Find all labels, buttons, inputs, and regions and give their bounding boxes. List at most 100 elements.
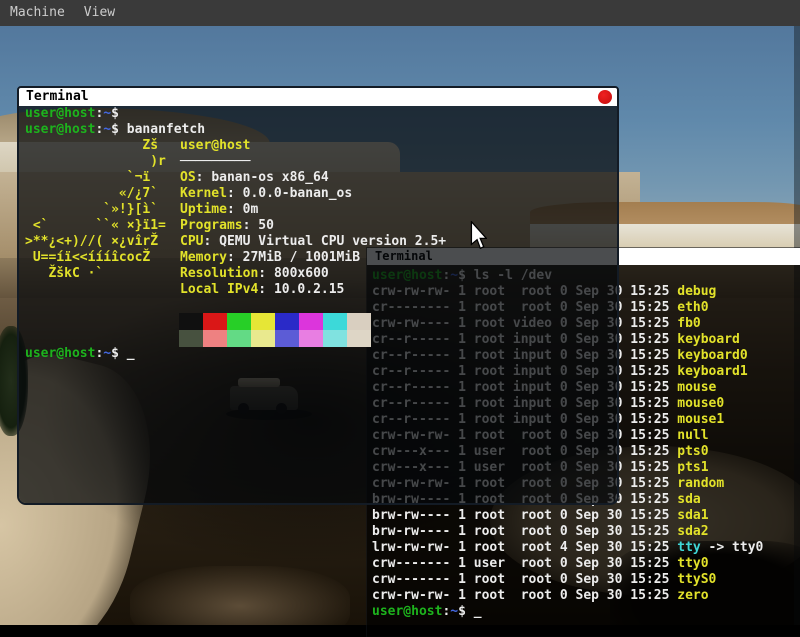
file-meta: crw------- 1 root root 0 Sep 30 15:25: [372, 572, 677, 587]
palette-swatch: [203, 330, 227, 347]
fetch-value: 0.0.0-banan_os: [243, 186, 353, 201]
palette-swatch: [179, 313, 203, 330]
fetch-label: Programs: [180, 218, 243, 233]
text-cursor: _: [474, 604, 482, 619]
fetch-value: 10.0.2.15: [274, 282, 344, 297]
ls-row: crw------- 1 root root 0 Sep 30 15:25 tt…: [372, 572, 800, 588]
shell-prompt-line: user@host:~$ _: [372, 604, 800, 620]
fetch-info: user@host─────────OS: banan-os x86_64Ker…: [180, 138, 446, 298]
close-button[interactable]: [598, 90, 612, 104]
ls-row: brw-rw---- 1 root root 0 Sep 30 15:25 sd…: [372, 524, 800, 540]
file-name: keyboard0: [677, 348, 747, 363]
file-name: tty: [677, 540, 700, 555]
palette-swatch: [179, 330, 203, 347]
fetch-info-line: Programs: 50: [180, 218, 446, 234]
typed-command: bananfetch: [127, 122, 205, 137]
ls-row: lrw-rw-rw- 1 root root 4 Sep 30 15:25 tt…: [372, 540, 800, 556]
palette-swatch: [347, 330, 371, 347]
fetch-info-line: OS: banan-os x86_64: [180, 170, 446, 186]
fetch-info-line: Uptime: 0m: [180, 202, 446, 218]
palette-swatch: [275, 330, 299, 347]
shell-command-line: user@host:~$ bananfetch: [25, 122, 205, 138]
palette-swatch: [347, 313, 371, 330]
menu-item[interactable]: View: [84, 0, 115, 26]
file-name: random: [677, 476, 724, 491]
fetch-value: ─────────: [180, 154, 250, 169]
palette-swatch: [227, 330, 251, 347]
fetch-value: QEMU Virtual CPU version 2.5+: [219, 234, 446, 249]
terminal-color-palette: [179, 313, 371, 347]
palette-swatch: [227, 313, 251, 330]
palette-row-bright: [179, 330, 371, 347]
ls-row: crw------- 1 user root 0 Sep 30 15:25 tt…: [372, 556, 800, 572]
file-name: keyboard: [677, 332, 740, 347]
file-name: mouse0: [677, 396, 724, 411]
fetch-label: user@host: [180, 138, 250, 153]
fetch-label: Uptime: [180, 202, 227, 217]
fetch-label: Kernel: [180, 186, 227, 201]
wallpaper-rocks: [130, 566, 350, 625]
fetch-info-line: Local IPv4: 10.0.2.15: [180, 282, 446, 298]
file-name: zero: [677, 588, 708, 603]
fetch-info-line: ─────────: [180, 154, 446, 170]
fetch-value: 27MiB / 1001MiB: [243, 250, 360, 265]
ls-row: crw-rw-rw- 1 root root 0 Sep 30 15:25 ze…: [372, 588, 800, 604]
text-cursor: _: [127, 346, 135, 361]
file-name: eth0: [677, 300, 708, 315]
file-name: fb0: [677, 316, 700, 331]
palette-row-normal: [179, 313, 371, 330]
file-name: sda: [677, 492, 700, 507]
palette-swatch: [251, 313, 275, 330]
vm-screen: { "menu": { "items": ["Machine", "View"]…: [0, 0, 800, 625]
file-meta: brw-rw---- 1 root root 0 Sep 30 15:25: [372, 524, 677, 539]
ls-row: brw-rw---- 1 root root 0 Sep 30 15:25 sd…: [372, 508, 800, 524]
file-name: keyboard1: [677, 364, 747, 379]
palette-swatch: [251, 330, 275, 347]
shell-prompt-line: user@host:~$ _: [25, 346, 135, 362]
fetch-value: 0m: [243, 202, 259, 217]
palette-swatch: [299, 313, 323, 330]
file-meta: lrw-rw-rw- 1 root root 4 Sep 30 15:25: [372, 540, 677, 555]
file-name: pts0: [677, 444, 708, 459]
fetch-label: Local IPv4: [180, 282, 258, 297]
fetch-label: Memory: [180, 250, 227, 265]
palette-swatch: [323, 330, 347, 347]
file-name: mouse1: [677, 412, 724, 427]
window-titlebar[interactable]: Terminal: [19, 88, 617, 106]
fetch-info-line: CPU: QEMU Virtual CPU version 2.5+: [180, 234, 446, 250]
banana-ascii-art: Zš )r `¬ï «/¿7` `»!}[ì` <` ``« ×}ï1= >**…: [25, 138, 166, 282]
fetch-value: 50: [258, 218, 274, 233]
palette-swatch: [275, 313, 299, 330]
terminal-window-bananfetch: Terminal user@host:~$ user@host:~$ banan…: [17, 86, 619, 505]
file-name: null: [677, 428, 708, 443]
fetch-value: 800x600: [274, 266, 329, 281]
fetch-label: OS: [180, 170, 196, 185]
window-title: Terminal: [26, 89, 89, 104]
fetch-info-line: Memory: 27MiB / 1001MiB: [180, 250, 446, 266]
fetch-label: CPU: [180, 234, 203, 249]
file-name: debug: [677, 284, 716, 299]
palette-swatch: [299, 330, 323, 347]
file-name: sda2: [677, 524, 708, 539]
palette-swatch: [203, 313, 227, 330]
menu-item[interactable]: Machine: [10, 0, 65, 26]
link-target: -> tty0: [701, 540, 764, 555]
vm-menubar: Machine View: [0, 0, 800, 26]
file-meta: brw-rw---- 1 root root 0 Sep 30 15:25: [372, 508, 677, 523]
file-name: sda1: [677, 508, 708, 523]
fetch-info-line: user@host: [180, 138, 446, 154]
fetch-value: banan-os x86_64: [211, 170, 328, 185]
shell-prompt-line: user@host:~$: [25, 106, 127, 122]
fetch-info-line: Resolution: 800x600: [180, 266, 446, 282]
fetch-label: Resolution: [180, 266, 258, 281]
palette-swatch: [323, 313, 347, 330]
file-name: pts1: [677, 460, 708, 475]
file-meta: crw------- 1 user root 0 Sep 30 15:25: [372, 556, 677, 571]
fetch-info-line: Kernel: 0.0.0-banan_os: [180, 186, 446, 202]
file-name: ttyS0: [677, 572, 716, 587]
file-meta: crw-rw-rw- 1 root root 0 Sep 30 15:25: [372, 588, 677, 603]
file-name: tty0: [677, 556, 708, 571]
file-name: mouse: [677, 380, 716, 395]
terminal-content[interactable]: user@host:~$ user@host:~$ bananfetch Zš …: [19, 106, 617, 503]
mouse-cursor-icon: [470, 221, 487, 254]
